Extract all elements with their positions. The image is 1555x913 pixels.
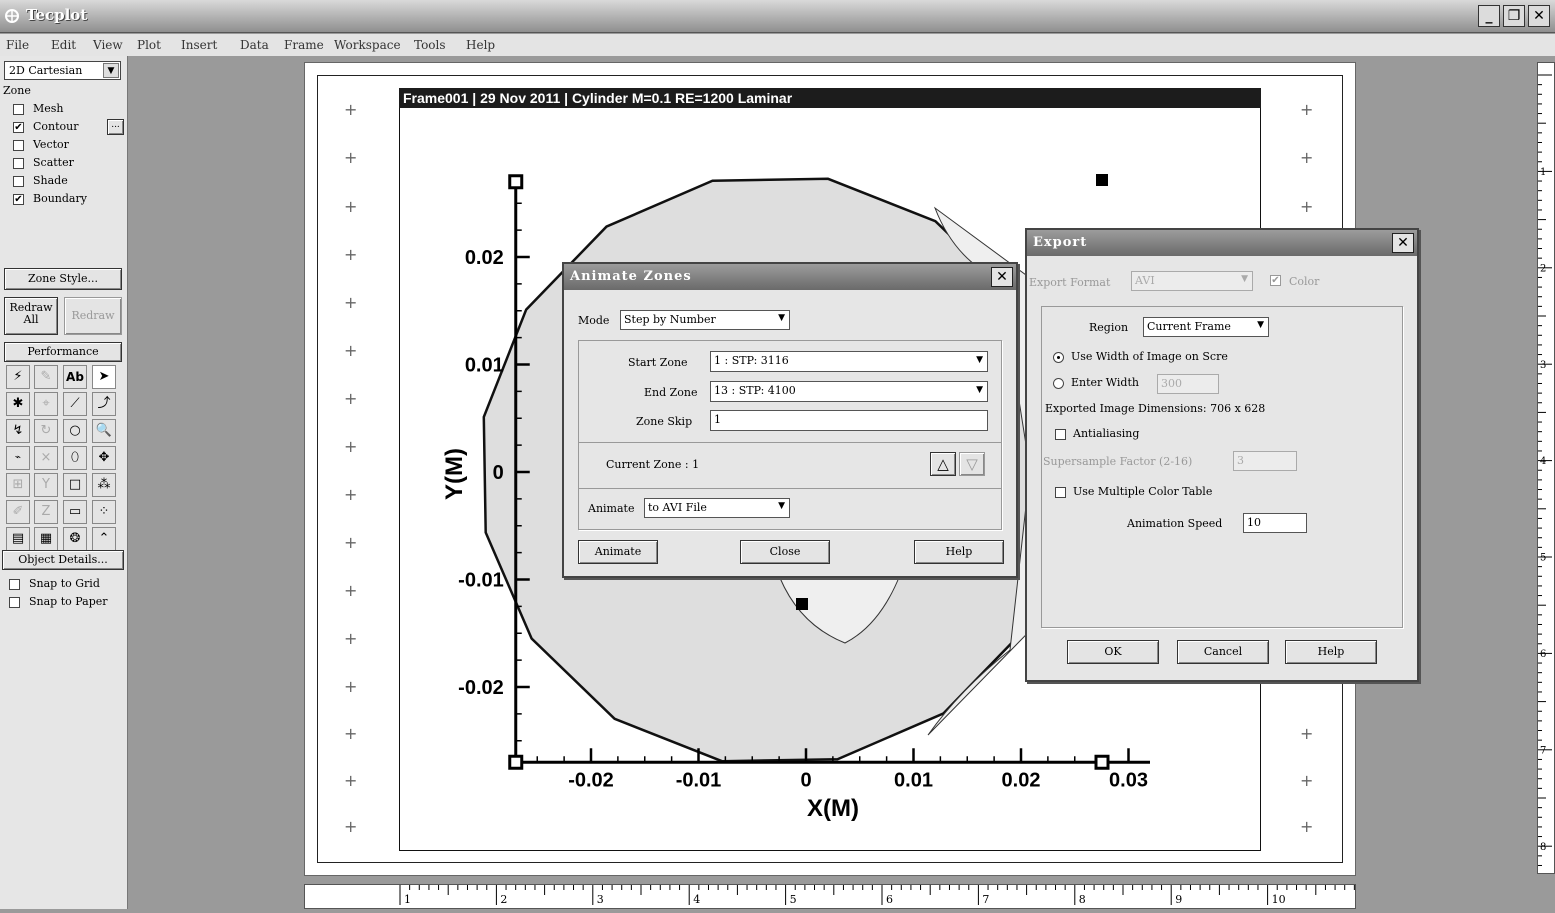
ruler-label: 4: [693, 893, 700, 906]
y-tick-label: 0: [493, 462, 504, 484]
axis-handle[interactable]: [1094, 754, 1110, 770]
mode-label: Mode: [578, 314, 610, 327]
multi-color-checkbox[interactable]: [1055, 487, 1066, 498]
y-axis-label: Y(M): [441, 448, 468, 500]
y-tick-label: 0.02: [465, 247, 504, 269]
end-zone-label: End Zone: [644, 386, 698, 399]
ruler-label: 3: [1540, 360, 1546, 371]
mode-select[interactable]: Step by Number ▼: [620, 310, 790, 330]
ruler-label: 6: [1540, 649, 1546, 660]
x-tick-label: 0.03: [1109, 769, 1148, 791]
dimensions-text: Exported Image Dimensions: 706 x 628: [1045, 402, 1266, 415]
export-dialog-title: Export: [1027, 230, 1417, 256]
y-tick-label: -0.01: [458, 570, 504, 592]
divider: [579, 442, 1001, 443]
start-zone-value: 1 : STP: 3116: [714, 354, 789, 367]
animate-zones-dialog: Animate Zones ✕ Mode Step by Number ▼ St…: [562, 262, 1018, 578]
selection-handle[interactable]: [1096, 174, 1108, 186]
ruler-label: 2: [500, 893, 507, 906]
horizontal-ruler: 1 2 3 4 5 6 7 8 9 10: [304, 884, 1356, 909]
x-tick-label: -0.02: [568, 769, 614, 791]
cancel-button[interactable]: Cancel: [1177, 640, 1269, 664]
step-down-icon[interactable]: ▽: [959, 452, 985, 476]
region-value: Current Frame: [1147, 320, 1231, 333]
ruler-label: 7: [1540, 745, 1546, 756]
chevron-down-icon: ▼: [976, 385, 983, 395]
export-format-select[interactable]: AVI ▼: [1131, 271, 1253, 291]
enter-width-label: Enter Width: [1071, 376, 1139, 389]
ruler-label: 8: [1540, 842, 1546, 853]
divider: [579, 488, 1001, 489]
selection-handle[interactable]: [796, 598, 808, 610]
antialiasing-label: Antialiasing: [1073, 427, 1140, 440]
ruler-label: 4: [1540, 456, 1546, 467]
axis-handle[interactable]: [508, 174, 524, 190]
ruler-label: 6: [886, 893, 893, 906]
chevron-down-icon: ▼: [778, 313, 785, 323]
export-close-icon[interactable]: ✕: [1392, 233, 1414, 253]
x-axis-label: X(M): [807, 795, 859, 822]
chevron-down-icon: ▼: [1257, 320, 1264, 330]
export-dialog: Export ✕ Export Format AVI ▼ ✔ Color Reg…: [1025, 228, 1419, 682]
animation-speed-label: Animation Speed: [1127, 517, 1223, 530]
multi-color-label: Use Multiple Color Table: [1073, 485, 1213, 498]
animate-destination-value: to AVI File: [648, 501, 707, 514]
export-format-label: Export Format: [1029, 276, 1111, 289]
animate-dialog-title: Animate Zones: [564, 264, 1016, 290]
color-label: Color: [1289, 275, 1320, 288]
ruler-label: 10: [1272, 893, 1286, 906]
animate-button[interactable]: Animate: [578, 540, 658, 564]
region-select[interactable]: Current Frame ▼: [1143, 317, 1269, 337]
y-tick-label: 0.01: [465, 355, 504, 377]
ruler-label: 5: [1540, 553, 1546, 564]
x-tick-label: 0.01: [894, 769, 933, 791]
ruler-label: 1: [404, 893, 411, 906]
end-zone-value: 13 : STP: 4100: [714, 384, 796, 397]
close-button[interactable]: Close: [740, 540, 830, 564]
axis-handle[interactable]: [508, 754, 524, 770]
export-help-button[interactable]: Help: [1285, 640, 1377, 664]
zone-skip-input[interactable]: 1: [710, 410, 988, 431]
vertical-ruler: 1 2 3 4 5 6 7 8: [1537, 62, 1555, 874]
step-up-icon[interactable]: △: [930, 452, 956, 476]
antialiasing-checkbox[interactable]: [1055, 429, 1066, 440]
ruler-label: 3: [597, 893, 604, 906]
ruler-label: 1: [1540, 167, 1546, 178]
x-tick-label: -0.01: [676, 769, 722, 791]
ruler-label: 5: [790, 893, 797, 906]
animate-destination-select[interactable]: to AVI File ▼: [644, 498, 790, 518]
animate-label: Animate: [588, 502, 635, 515]
chevron-down-icon: ▼: [976, 355, 983, 365]
x-tick-label: 0.02: [1002, 769, 1041, 791]
supersample-input[interactable]: 3: [1233, 451, 1297, 471]
animation-speed-input[interactable]: 10: [1243, 513, 1307, 533]
ruler-label: 2: [1540, 263, 1546, 274]
use-width-radio[interactable]: [1053, 352, 1064, 363]
chevron-down-icon: ▼: [1241, 274, 1248, 284]
start-zone-select[interactable]: 1 : STP: 3116 ▼: [710, 351, 988, 372]
animate-help-button[interactable]: Help: [914, 540, 1004, 564]
ruler-label: 7: [982, 893, 989, 906]
supersample-label: Supersample Factor (2-16): [1043, 455, 1193, 468]
animate-close-icon[interactable]: ✕: [991, 267, 1013, 287]
use-width-label: Use Width of Image on Scre: [1071, 350, 1228, 363]
width-input[interactable]: 300: [1157, 374, 1219, 394]
mode-value: Step by Number: [624, 313, 716, 326]
color-checkbox[interactable]: ✔: [1270, 275, 1281, 286]
y-tick-label: -0.02: [458, 677, 504, 699]
ruler-label: 9: [1175, 893, 1182, 906]
export-format-value: AVI: [1135, 274, 1155, 287]
current-zone-text: Current Zone : 1: [606, 458, 700, 471]
enter-width-radio[interactable]: [1053, 378, 1064, 389]
zone-skip-label: Zone Skip: [636, 415, 693, 428]
start-zone-label: Start Zone: [628, 356, 688, 369]
end-zone-select[interactable]: 13 : STP: 4100 ▼: [710, 381, 988, 402]
chevron-down-icon: ▼: [778, 501, 785, 511]
ruler-label: 8: [1079, 893, 1086, 906]
region-label: Region: [1089, 321, 1129, 334]
x-tick-label: 0: [800, 769, 811, 791]
ok-button[interactable]: OK: [1067, 640, 1159, 664]
